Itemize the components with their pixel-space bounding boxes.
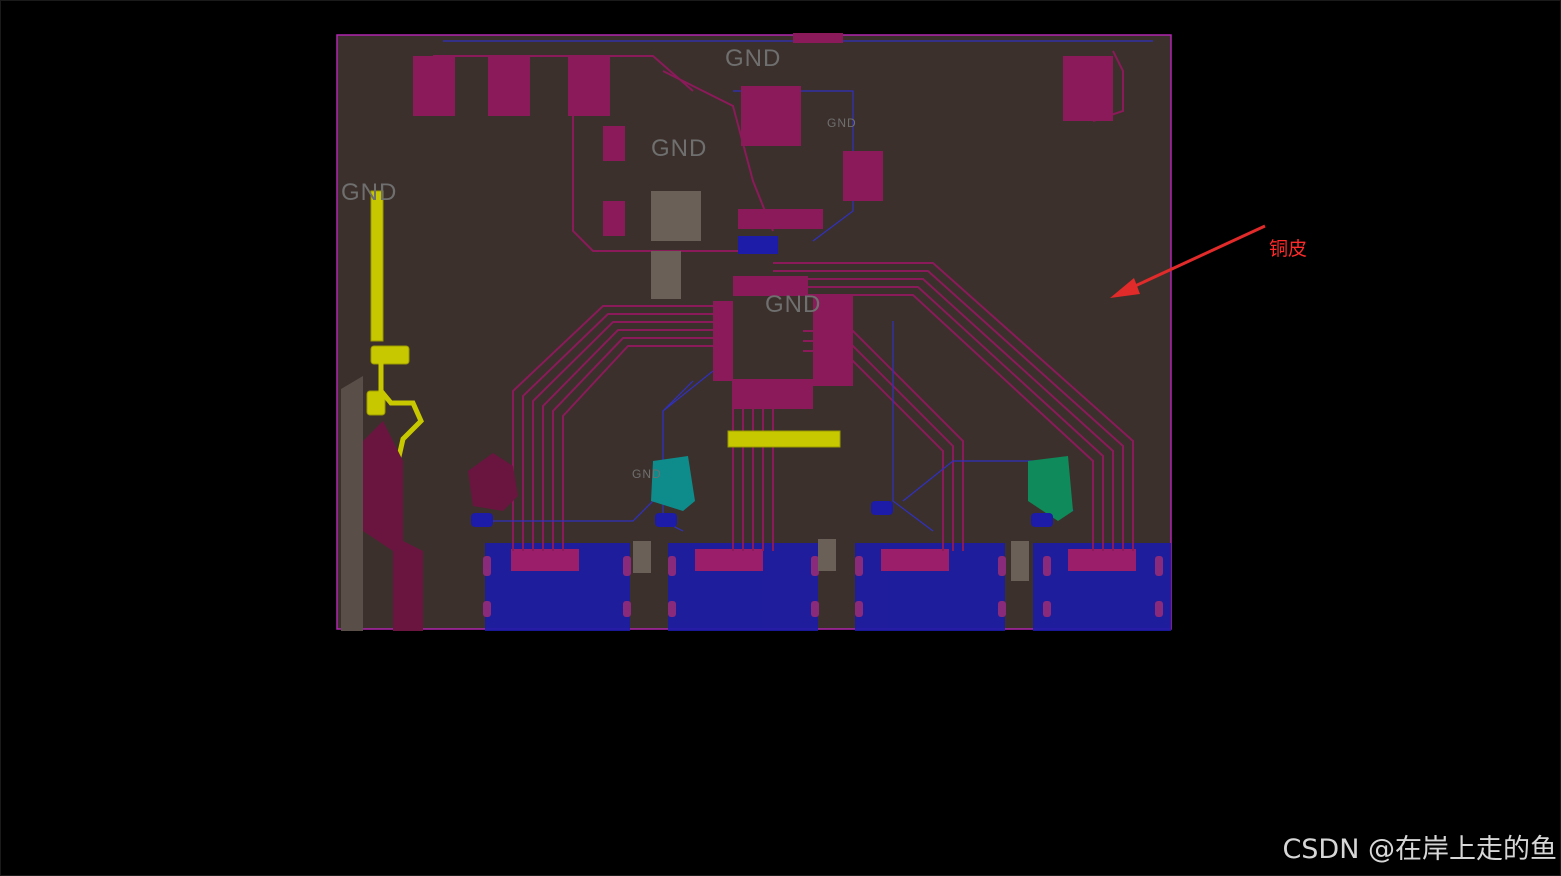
net-label-gnd: GND (725, 45, 782, 72)
copper-pour-annotation: 铜皮 (1269, 238, 1308, 260)
annotation-arrow-icon (1110, 224, 1266, 298)
teal-pour (651, 456, 695, 511)
net-label-gnd: GND (632, 467, 662, 481)
net-label-gnd: GND (651, 135, 708, 162)
watermark: CSDN @在岸上走的鱼 (1282, 834, 1557, 865)
net-label-gnd: GND (341, 179, 398, 206)
net-label-gnd: GND (765, 291, 822, 318)
pcb-canvas[interactable]: GND GND GND GND GND GND (333, 31, 1175, 633)
pcb-layout[interactable] (333, 31, 1175, 633)
net-label-gnd: GND (827, 116, 857, 130)
